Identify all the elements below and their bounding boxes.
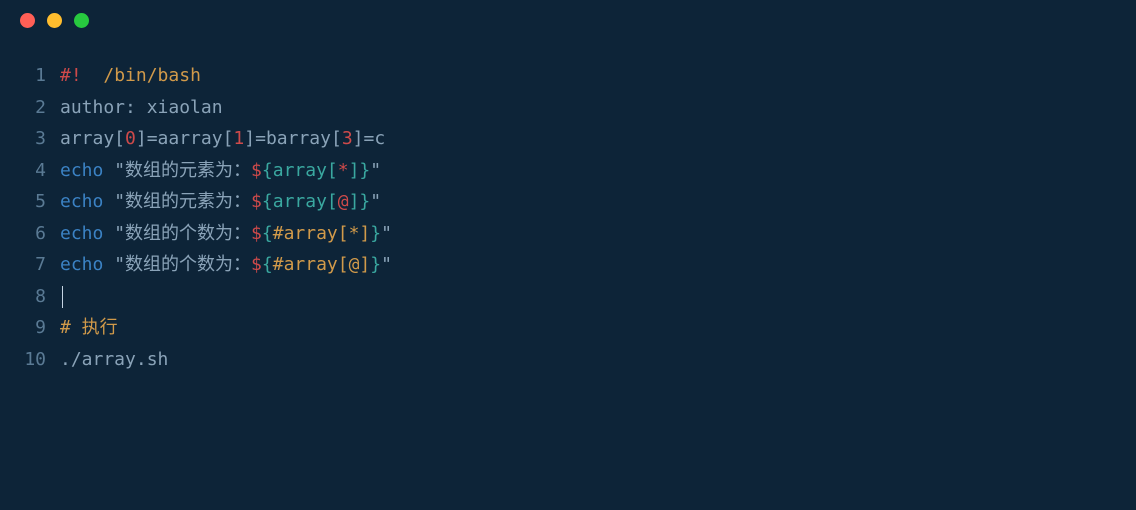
code-token: ]} xyxy=(349,160,371,181)
code-line[interactable]: 10./array.sh xyxy=(0,344,1116,376)
code-token: "数组的元素为： xyxy=(103,160,251,181)
code-token: ]=aarray[ xyxy=(136,128,234,149)
code-line[interactable]: 6echo "数组的个数为：${#array[*]}" xyxy=(0,218,1116,250)
code-token: /bin/bash xyxy=(103,65,201,86)
code-token: } xyxy=(370,254,381,275)
code-token: $ xyxy=(251,223,262,244)
code-token: ]=barray[ xyxy=(244,128,342,149)
line-number: 7 xyxy=(0,249,60,281)
line-number: 10 xyxy=(0,344,60,376)
line-number: 8 xyxy=(0,281,60,313)
code-line[interactable]: 8 xyxy=(0,281,1116,313)
minimize-icon[interactable] xyxy=(47,13,62,28)
code-line[interactable]: 4echo "数组的元素为：${array[*]}" xyxy=(0,155,1116,187)
line-number: 3 xyxy=(0,123,60,155)
close-icon[interactable] xyxy=(20,13,35,28)
code-token: "数组的元素为： xyxy=(103,191,251,212)
code-token: echo xyxy=(60,191,103,212)
code-token: ]=c xyxy=(353,128,386,149)
code-token: " xyxy=(370,160,381,181)
code-token: ./array.sh xyxy=(60,349,168,370)
code-token: {array[ xyxy=(262,191,338,212)
code-content[interactable]: echo "数组的个数为：${#array[*]}" xyxy=(60,218,392,250)
code-token: author: xiaolan xyxy=(60,97,223,118)
code-token: "数组的个数为： xyxy=(103,254,251,275)
code-token: "数组的个数为： xyxy=(103,223,251,244)
code-token: array[ xyxy=(60,128,125,149)
titlebar xyxy=(0,0,1136,40)
line-number: 5 xyxy=(0,186,60,218)
code-token: #! xyxy=(60,65,82,86)
line-number: 4 xyxy=(0,155,60,187)
code-token: 1 xyxy=(233,128,244,149)
code-line[interactable]: 3array[0]=aarray[1]=barray[3]=c xyxy=(0,123,1116,155)
code-token: { xyxy=(262,254,273,275)
line-number: 6 xyxy=(0,218,60,250)
code-token: #array[@] xyxy=(273,254,371,275)
code-content[interactable]: echo "数组的个数为：${#array[@]}" xyxy=(60,249,392,281)
code-token: " xyxy=(381,254,392,275)
code-line[interactable]: 9# 执行 xyxy=(0,312,1116,344)
code-content[interactable]: echo "数组的元素为：${array[*]}" xyxy=(60,155,381,187)
line-number: 9 xyxy=(0,312,60,344)
code-token: * xyxy=(338,160,349,181)
code-line[interactable]: 1#! /bin/bash xyxy=(0,60,1116,92)
code-token xyxy=(82,65,104,86)
code-line[interactable]: 2author: xiaolan xyxy=(0,92,1116,124)
code-token: ]} xyxy=(349,191,371,212)
code-editor[interactable]: 1#! /bin/bash2author: xiaolan3array[0]=a… xyxy=(0,40,1136,395)
cursor-icon xyxy=(62,286,63,308)
code-token: 0 xyxy=(125,128,136,149)
code-token: {array[ xyxy=(262,160,338,181)
code-content[interactable]: #! /bin/bash xyxy=(60,60,201,92)
code-token: } xyxy=(370,223,381,244)
code-token: { xyxy=(262,223,273,244)
code-token: $ xyxy=(251,160,262,181)
code-line[interactable]: 7echo "数组的个数为：${#array[@]}" xyxy=(0,249,1116,281)
code-token: 3 xyxy=(342,128,353,149)
code-content[interactable]: author: xiaolan xyxy=(60,92,223,124)
code-content[interactable]: array[0]=aarray[1]=barray[3]=c xyxy=(60,123,385,155)
code-token: echo xyxy=(60,254,103,275)
code-token: $ xyxy=(251,254,262,275)
code-token: #array[*] xyxy=(273,223,371,244)
line-number: 1 xyxy=(0,60,60,92)
code-content[interactable] xyxy=(60,281,63,313)
code-token: @ xyxy=(338,191,349,212)
code-content[interactable]: # 执行 xyxy=(60,312,118,344)
code-token: echo xyxy=(60,160,103,181)
maximize-icon[interactable] xyxy=(74,13,89,28)
code-token: # 执行 xyxy=(60,317,118,338)
code-line[interactable]: 5echo "数组的元素为：${array[@]}" xyxy=(0,186,1116,218)
code-token: echo xyxy=(60,223,103,244)
code-token: " xyxy=(381,223,392,244)
code-token: $ xyxy=(251,191,262,212)
code-content[interactable]: echo "数组的元素为：${array[@]}" xyxy=(60,186,381,218)
line-number: 2 xyxy=(0,92,60,124)
code-token: " xyxy=(370,191,381,212)
code-content[interactable]: ./array.sh xyxy=(60,344,168,376)
